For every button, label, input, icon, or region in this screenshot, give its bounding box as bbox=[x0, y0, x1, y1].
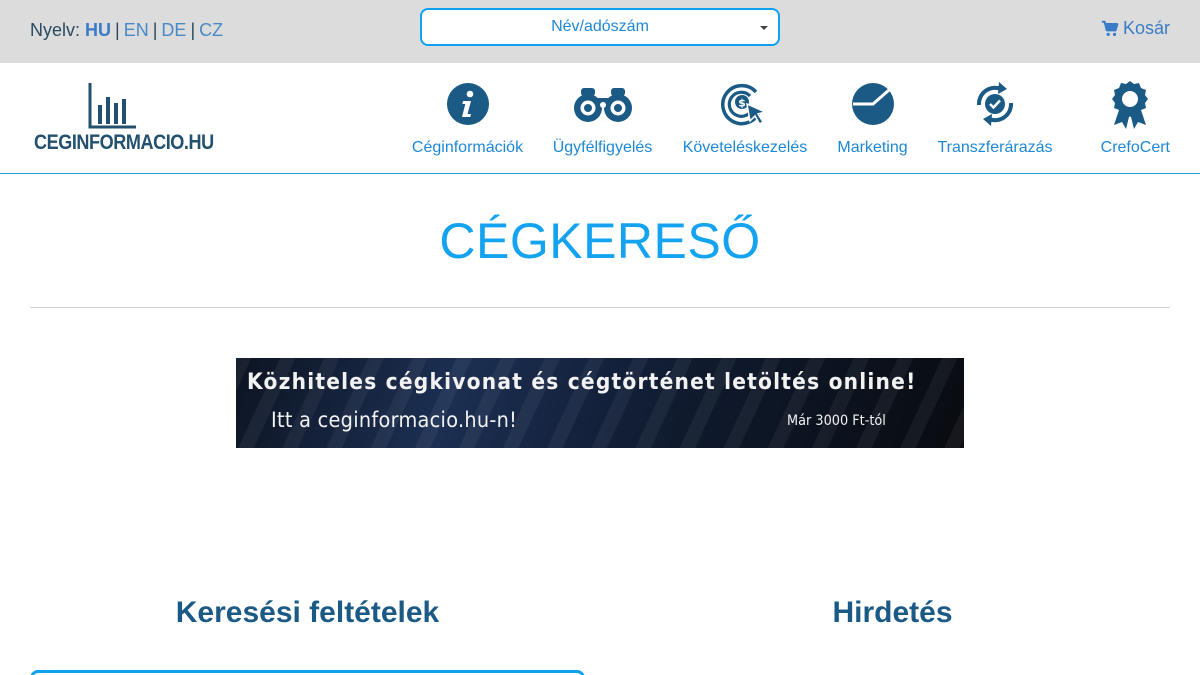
nav-item-crefocert[interactable]: CrefoCert bbox=[1065, 79, 1170, 157]
main-nav: Céginformációk Ügyfélfigyelés $ Követelé… bbox=[400, 79, 1170, 157]
ads-heading: Hirdetés bbox=[832, 596, 953, 629]
lang-de-link[interactable]: DE bbox=[161, 20, 186, 40]
main-header: CEGINFORMACIO.HU Céginformációk Ügyfélfi… bbox=[0, 63, 1200, 174]
lang-separator: | bbox=[152, 20, 158, 40]
nav-label: Céginformációk bbox=[411, 139, 524, 156]
nav-item-marketing[interactable]: Marketing bbox=[820, 79, 925, 157]
top-bar: Nyelv: HU | EN | DE | CZ Név/adószám Kosár bbox=[0, 0, 1200, 63]
search-type-value: Név/adószám bbox=[551, 18, 649, 35]
nav-item-ugyfelfigyeles[interactable]: Ügyfélfigyelés bbox=[535, 79, 670, 157]
nav-item-koveteleskezeles[interactable]: $ Követeléskezelés bbox=[670, 79, 820, 157]
binoculars-icon bbox=[573, 88, 632, 122]
page-title: CÉGKERESŐ bbox=[439, 213, 761, 269]
lang-hu-link[interactable]: HU bbox=[85, 20, 111, 40]
lang-separator: | bbox=[190, 20, 196, 40]
search-criteria-heading: Keresési feltételek bbox=[175, 596, 440, 629]
cart-icon bbox=[1101, 20, 1119, 36]
language-switcher: Nyelv: HU | EN | DE | CZ bbox=[30, 20, 223, 41]
refresh-check-icon bbox=[976, 82, 1014, 126]
site-logo[interactable]: CEGINFORMACIO.HU bbox=[34, 81, 243, 155]
search-criteria-panel bbox=[30, 670, 585, 675]
search-type-select[interactable]: Név/adószám bbox=[420, 8, 780, 46]
cart-link[interactable]: Kosár bbox=[1101, 18, 1170, 39]
nav-label: Marketing bbox=[837, 139, 908, 156]
lang-separator: | bbox=[115, 20, 120, 40]
lang-cz-link[interactable]: CZ bbox=[199, 20, 223, 40]
banner-subline: Itt a ceginformacio.hu-n! bbox=[271, 408, 518, 432]
nav-item-transzferarazas[interactable]: Transzferárazás bbox=[925, 79, 1065, 157]
award-icon bbox=[1112, 81, 1148, 129]
nav-item-ceginformaciok[interactable]: Céginformációk bbox=[400, 79, 535, 157]
pie-chart-icon bbox=[851, 83, 894, 125]
language-label: Nyelv: bbox=[30, 20, 81, 40]
info-icon bbox=[446, 83, 489, 125]
promo-banner[interactable]: Közhiteles cégkivonat és cégtörténet let… bbox=[236, 358, 964, 448]
bar-chart-logo-icon bbox=[88, 83, 136, 129]
nav-label: CrefoCert bbox=[1100, 139, 1170, 156]
nav-label: Követeléskezelés bbox=[682, 139, 808, 156]
svg-text:$: $ bbox=[738, 97, 746, 110]
banner-price: Már 3000 Ft-tól bbox=[787, 413, 886, 429]
target-dollar-icon: $ bbox=[721, 83, 768, 126]
nav-label: Transzferárazás bbox=[937, 139, 1053, 156]
nav-label: Ügyfélfigyelés bbox=[552, 139, 653, 156]
logo-text: CEGINFORMACIO.HU bbox=[34, 131, 214, 154]
chevron-down-icon bbox=[760, 26, 768, 30]
lang-en-link[interactable]: EN bbox=[124, 20, 149, 40]
banner-headline: Közhiteles cégkivonat és cégtörténet let… bbox=[247, 370, 917, 395]
divider bbox=[30, 307, 1170, 308]
cart-label: Kosár bbox=[1122, 18, 1170, 38]
